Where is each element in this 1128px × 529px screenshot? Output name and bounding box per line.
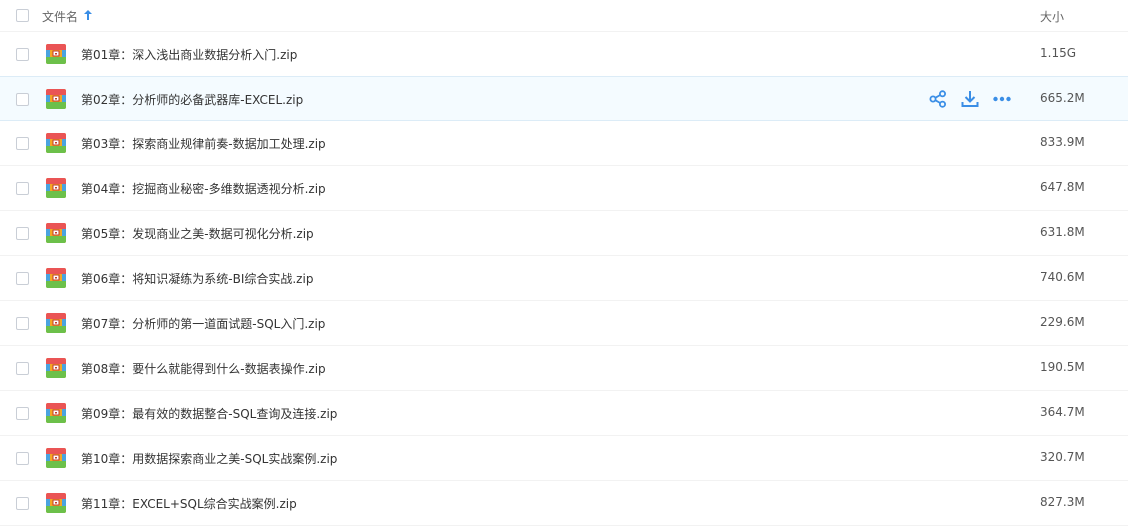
file-name[interactable]: 第06章：将知识凝练为系统-BI综合实战.zip xyxy=(81,270,313,287)
row-checkbox[interactable] xyxy=(16,137,29,150)
file-name[interactable]: 第05章：发现商业之美-数据可视化分析.zip xyxy=(81,225,314,242)
sort-ascending-arrow-icon[interactable] xyxy=(83,9,93,21)
select-all-checkbox[interactable] xyxy=(16,9,29,22)
file-row[interactable]: 第09章：最有效的数据整合-SQL查询及连接.zip 364.7M xyxy=(0,391,1128,436)
file-name[interactable]: 第02章：分析师的必备武器库-EXCEL.zip xyxy=(81,91,303,108)
row-checkbox[interactable] xyxy=(16,407,29,420)
file-row[interactable]: 第01章：深入浅出商业数据分析入门.zip 1.15G xyxy=(0,32,1128,77)
file-row[interactable]: 第11章：EXCEL+SQL综合实战案例.zip 827.3M xyxy=(0,481,1128,526)
file-row[interactable]: 第02章：分析师的必备武器库-EXCEL.zip 665.2M xyxy=(0,76,1128,121)
file-size: 190.5M xyxy=(1040,360,1085,374)
zip-archive-icon xyxy=(46,133,66,153)
row-checkbox[interactable] xyxy=(16,182,29,195)
zip-archive-icon xyxy=(46,178,66,198)
file-name[interactable]: 第11章：EXCEL+SQL综合实战案例.zip xyxy=(81,495,297,512)
more-icon[interactable] xyxy=(993,90,1011,108)
file-name[interactable]: 第08章：要什么就能得到什么-数据表操作.zip xyxy=(81,360,326,377)
zip-archive-icon xyxy=(46,493,66,513)
file-row[interactable]: 第10章：用数据探索商业之美-SQL实战案例.zip 320.7M xyxy=(0,436,1128,481)
zip-archive-icon xyxy=(46,448,66,468)
row-checkbox[interactable] xyxy=(16,272,29,285)
file-row[interactable]: 第03章：探索商业规律前奏-数据加工处理.zip 833.9M xyxy=(0,121,1128,166)
zip-archive-icon xyxy=(46,268,66,288)
download-icon[interactable] xyxy=(961,90,979,108)
column-header-size[interactable]: 大小 xyxy=(1040,8,1064,25)
file-list: 第01章：深入浅出商业数据分析入门.zip 1.15G 第02章：分析师的必备武器库… xyxy=(0,32,1128,526)
file-size: 1.15G xyxy=(1040,46,1077,60)
file-size: 647.8M xyxy=(1040,180,1085,194)
file-size: 320.7M xyxy=(1040,450,1085,464)
row-checkbox[interactable] xyxy=(16,48,29,61)
row-checkbox[interactable] xyxy=(16,497,29,510)
zip-archive-icon xyxy=(46,358,66,378)
file-name[interactable]: 第09章：最有效的数据整合-SQL查询及连接.zip xyxy=(81,405,337,422)
zip-archive-icon xyxy=(46,89,66,109)
zip-archive-icon xyxy=(46,403,66,423)
file-row[interactable]: 第08章：要什么就能得到什么-数据表操作.zip 190.5M xyxy=(0,346,1128,391)
file-row[interactable]: 第05章：发现商业之美-数据可视化分析.zip 631.8M xyxy=(0,211,1128,256)
file-name[interactable]: 第07章：分析师的第一道面试题-SQL入门.zip xyxy=(81,315,325,332)
row-checkbox[interactable] xyxy=(16,317,29,330)
column-header-name[interactable]: 文件名 xyxy=(42,8,78,25)
file-size: 833.9M xyxy=(1040,135,1085,149)
row-checkbox[interactable] xyxy=(16,93,29,106)
file-row[interactable]: 第07章：分析师的第一道面试题-SQL入门.zip 229.6M xyxy=(0,301,1128,346)
row-checkbox[interactable] xyxy=(16,452,29,465)
file-name[interactable]: 第03章：探索商业规律前奏-数据加工处理.zip xyxy=(81,135,326,152)
file-list-header: 文件名 大小 xyxy=(0,0,1128,32)
file-name[interactable]: 第04章：挖掘商业秘密-多维数据透视分析.zip xyxy=(81,180,326,197)
file-size: 229.6M xyxy=(1040,315,1085,329)
file-name[interactable]: 第10章：用数据探索商业之美-SQL实战案例.zip xyxy=(81,450,337,467)
file-size: 665.2M xyxy=(1040,91,1085,105)
file-name[interactable]: 第01章：深入浅出商业数据分析入门.zip xyxy=(81,46,297,63)
file-size: 827.3M xyxy=(1040,495,1085,509)
file-row[interactable]: 第06章：将知识凝练为系统-BI综合实战.zip 740.6M xyxy=(0,256,1128,301)
file-row[interactable]: 第04章：挖掘商业秘密-多维数据透视分析.zip 647.8M xyxy=(0,166,1128,211)
file-size: 740.6M xyxy=(1040,270,1085,284)
share-icon[interactable] xyxy=(929,90,947,108)
zip-archive-icon xyxy=(46,44,66,64)
file-size: 631.8M xyxy=(1040,225,1085,239)
row-checkbox[interactable] xyxy=(16,227,29,240)
row-checkbox[interactable] xyxy=(16,362,29,375)
file-size: 364.7M xyxy=(1040,405,1085,419)
zip-archive-icon xyxy=(46,223,66,243)
zip-archive-icon xyxy=(46,313,66,333)
